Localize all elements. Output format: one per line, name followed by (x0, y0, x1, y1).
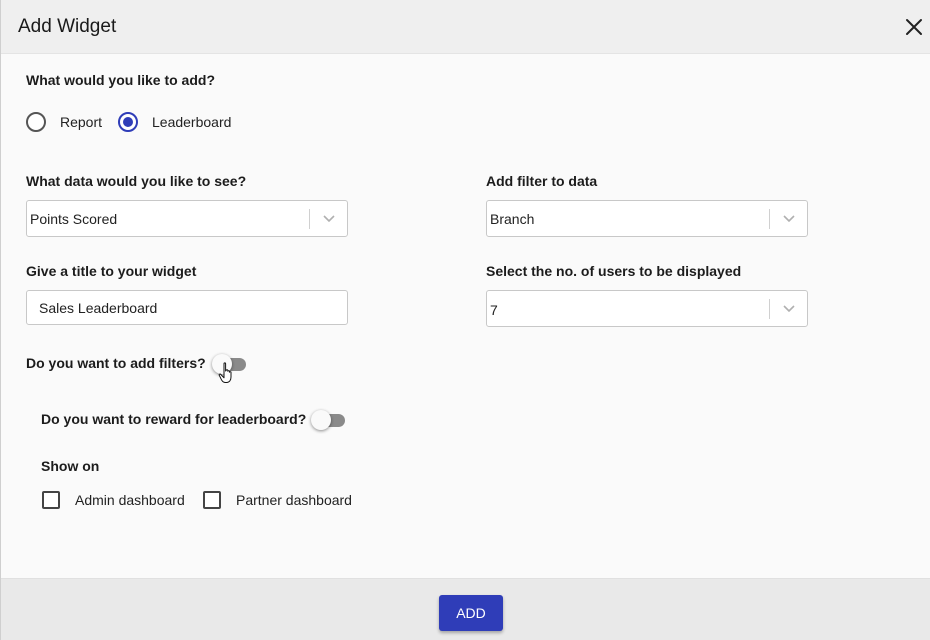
users-select-value: 7 (490, 302, 498, 318)
show-on-label: Show on (41, 458, 100, 474)
radio-leaderboard-circle[interactable] (118, 112, 138, 132)
reward-toggle[interactable] (311, 409, 347, 431)
add-widget-dialog: Add Widget What would you like to add? R… (0, 0, 930, 640)
widget-title-input[interactable] (26, 290, 348, 325)
checkbox-admin-dashboard[interactable]: Admin dashboard (42, 491, 185, 509)
filters-toggle-label: Do you want to add filters? (26, 355, 206, 371)
select-separator (769, 299, 770, 319)
close-icon[interactable] (903, 16, 925, 38)
data-select[interactable]: Points Scored (26, 200, 348, 237)
radio-report-label: Report (60, 114, 103, 130)
filter-select-label: Add filter to data (486, 173, 598, 189)
dialog-title: Add Widget (18, 16, 117, 37)
add-button[interactable]: ADD (439, 595, 503, 631)
filter-select-value: Branch (490, 211, 535, 227)
reward-toggle-label: Do you want to reward for leaderboard? (41, 411, 307, 427)
data-select-label: What data would you like to see? (26, 173, 247, 189)
radio-leaderboard[interactable]: Leaderboard (118, 112, 231, 132)
select-separator (309, 209, 310, 229)
chevron-down-icon[interactable] (783, 214, 795, 224)
dialog-footer: ADD (1, 578, 930, 640)
toggle-knob[interactable] (311, 410, 331, 430)
dialog-header: Add Widget (1, 0, 930, 54)
chevron-down-icon[interactable] (783, 304, 795, 314)
chevron-down-icon[interactable] (323, 214, 335, 224)
hand-pointer-cursor-icon (218, 362, 232, 383)
users-select-label: Select the no. of users to be displayed (486, 263, 742, 279)
radio-leaderboard-label: Leaderboard (152, 114, 232, 130)
select-separator (769, 209, 770, 229)
title-input-label: Give a title to your widget (26, 263, 197, 279)
radio-report[interactable]: Report (26, 112, 102, 132)
checkbox-partner-dashboard[interactable]: Partner dashboard (203, 491, 352, 509)
admin-dashboard-label: Admin dashboard (75, 492, 185, 508)
data-select-value: Points Scored (30, 211, 118, 227)
partner-dashboard-checkbox[interactable] (203, 491, 221, 509)
radio-report-circle[interactable] (26, 112, 46, 132)
admin-dashboard-checkbox[interactable] (42, 491, 60, 509)
widget-type-question: What would you like to add? (26, 72, 215, 88)
partner-dashboard-label: Partner dashboard (236, 492, 352, 508)
filter-select[interactable]: Branch (486, 200, 808, 237)
users-count-select[interactable]: 7 (486, 290, 808, 327)
